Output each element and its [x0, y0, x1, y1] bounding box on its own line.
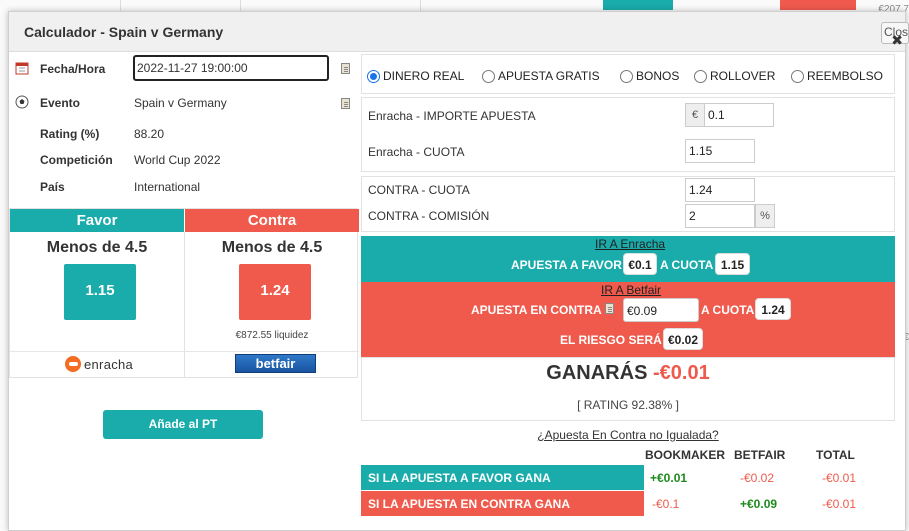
contra-odds: 1.24	[239, 264, 311, 320]
row-favor-total: -€0.01	[822, 471, 857, 485]
currency-addon: €	[685, 103, 705, 127]
favor-bet-value: €0.1	[623, 253, 657, 275]
country-label: País	[40, 180, 65, 194]
enracha-logo-text: enracha	[84, 356, 134, 372]
stake-label: Enracha - IMPORTE APUESTA	[368, 109, 536, 123]
back-odds-label: Enracha - CUOTA	[368, 145, 465, 159]
row-contra-total: -€0.01	[822, 497, 857, 511]
radio-apuesta-gratis-button[interactable]	[482, 69, 495, 83]
profit-value: -€0.01	[652, 362, 710, 384]
contra-odds-text: A CUOTA	[701, 303, 755, 317]
commission-label: CONTRA - COMISIÓN	[368, 209, 490, 223]
radio-bonos[interactable]: BONOS	[620, 69, 679, 83]
dialog-header: Calculador - Spain v Germany Close ✖	[9, 12, 909, 52]
rating-value: 88.20	[134, 127, 165, 141]
radio-apuesta-gratis[interactable]: APUESTA GRATIS	[482, 69, 600, 83]
profit-label: GANARÁS	[546, 362, 648, 384]
soccer-ball-icon	[15, 95, 29, 109]
col-header-bookmaker: BOOKMAKER	[645, 448, 725, 462]
rating-label: Rating (%)	[40, 127, 100, 141]
risk-value: €0.02	[663, 328, 703, 350]
favor-bet-text: APUESTA A FAVOR	[511, 258, 622, 272]
calculator-dialog: Calculador - Spain v Germany Close ✖ Fec…	[8, 11, 909, 531]
radio-label: ROLLOVER	[710, 69, 776, 83]
radio-label: BONOS	[636, 69, 680, 83]
go-to-betfair-link[interactable]: IR A Betfair	[601, 283, 661, 297]
rating-result: [ RATING 92.38% ]	[577, 398, 679, 412]
calendar-icon	[15, 62, 29, 75]
row-contra-bookmaker: -€0.1	[652, 497, 680, 511]
row-favor-wins-label: SI LA APUESTA A FAVOR GANA	[361, 465, 644, 490]
clipboard-icon[interactable]	[341, 63, 350, 74]
lay-odds-input[interactable]: 1.24	[685, 178, 755, 202]
radio-rollover-button[interactable]	[694, 69, 707, 83]
contra-liquidity: €872.55 liquidez	[235, 330, 309, 341]
radio-label: APUESTA GRATIS	[498, 69, 600, 83]
profit-result: GANARÁS -€0.01	[361, 362, 895, 385]
row-favor-betfair: -€0.02	[740, 471, 775, 485]
contra-header: Contra	[185, 209, 359, 232]
favor-odds-text: A CUOTA	[660, 258, 714, 272]
radio-label: REEMBOLSO	[807, 69, 884, 83]
clipboard-icon[interactable]	[341, 98, 350, 109]
row-favor-bookmaker: +€0.01	[650, 471, 688, 485]
risk-text: EL RIESGO SERÁ	[560, 333, 662, 347]
radio-dinero-real-button[interactable]	[367, 69, 380, 83]
background-contra-cell	[780, 0, 856, 10]
divider	[10, 351, 359, 352]
event-value: Spain v Germany	[134, 96, 227, 110]
contra-bet-input[interactable]: €0.09	[623, 298, 699, 322]
date-label: Fecha/Hora	[40, 62, 106, 76]
enracha-mark-icon	[65, 356, 81, 372]
col-header-betfair: BETFAIR	[734, 448, 786, 462]
row-contra-betfair: +€0.09	[740, 497, 778, 511]
odds-comparison: Favor Contra Menos de 4.5 Menos de 4.5 1…	[9, 208, 359, 378]
contra-odds-value: 1.24	[755, 298, 791, 320]
favor-odds-value: 1.15	[715, 253, 750, 275]
country-value: International	[134, 180, 201, 194]
percent-addon: %	[755, 204, 775, 228]
clipboard-icon[interactable]	[605, 303, 614, 314]
lay-odds-label: CONTRA - CUOTA	[368, 183, 470, 197]
favor-header: Favor	[10, 209, 184, 232]
contra-bet-text: APUESTA EN CONTRA	[471, 303, 602, 317]
row-contra-wins-label: SI LA APUESTA EN CONTRA GANA	[361, 491, 644, 516]
competition-label: Competición	[40, 153, 113, 167]
event-label: Evento	[40, 96, 81, 110]
radio-reembolso-button[interactable]	[791, 69, 804, 83]
radio-rollover[interactable]: ROLLOVER	[694, 69, 775, 83]
date-input[interactable]: 2022-11-27 19:00:00	[133, 55, 329, 81]
dialog-title: Calculador - Spain v Germany	[24, 24, 224, 40]
back-odds-input[interactable]: 1.15	[685, 139, 755, 163]
betfair-logo[interactable]: betfair	[235, 354, 316, 373]
betfair-logo-text: betfair	[255, 356, 296, 371]
favor-odds: 1.15	[64, 264, 136, 320]
stake-input[interactable]: 0.1	[704, 103, 774, 127]
commission-input[interactable]: 2	[685, 204, 755, 228]
col-header-total: TOTAL	[816, 448, 855, 462]
background-favor-cell	[603, 0, 673, 10]
favor-market: Menos de 4.5	[46, 239, 148, 256]
enracha-logo[interactable]: enracha	[65, 355, 133, 373]
radio-label: DINERO REAL	[383, 69, 465, 83]
close-icon[interactable]: ✖	[891, 32, 903, 49]
radio-dinero-real[interactable]: DINERO REAL	[367, 69, 464, 83]
radio-reembolso[interactable]: REEMBOLSO	[791, 69, 883, 83]
competition-value: World Cup 2022	[134, 153, 221, 167]
add-to-pt-button[interactable]: Añade al PT	[103, 410, 263, 439]
go-to-enracha-link[interactable]: IR A Enracha	[595, 237, 665, 251]
contra-market: Menos de 4.5	[221, 239, 323, 256]
radio-bonos-button[interactable]	[620, 69, 633, 83]
unmatched-lay-link[interactable]: ¿Apuesta En Contra no Igualada?	[361, 428, 895, 442]
